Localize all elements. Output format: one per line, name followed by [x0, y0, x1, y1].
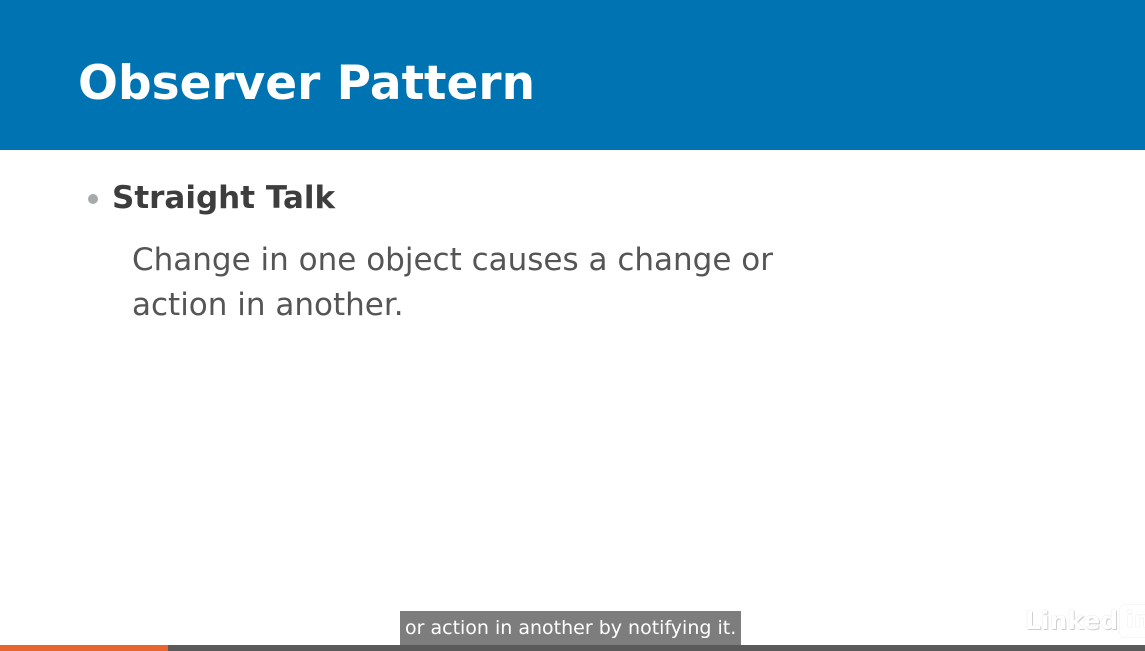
subtitle-caption: or action in another by notifying it. [400, 611, 742, 645]
title-bar: Observer Pattern [0, 0, 1145, 150]
video-player[interactable]: Observer Pattern Straight Talk Change in… [0, 0, 1145, 651]
progress-bar[interactable] [0, 645, 1145, 651]
linkedin-logo: Linked in [1025, 604, 1145, 638]
bullet-dot [88, 194, 98, 204]
logo-in-box: in [1120, 605, 1145, 637]
progress-fill [0, 645, 169, 651]
bullet-heading: Straight Talk [112, 180, 336, 216]
bullet-body: Change in one object causes a change or … [132, 242, 773, 323]
slide-title: Observer Pattern [78, 56, 536, 111]
logo-wordmark: Linked [1025, 606, 1119, 635]
